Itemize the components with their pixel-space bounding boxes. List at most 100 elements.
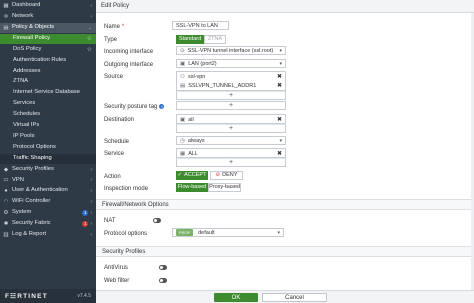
cancel-button[interactable]: Cancel <box>262 293 327 302</box>
sidebar-item-label: Protocol Options <box>13 143 56 150</box>
sidebar-item-label: Log & Report <box>12 231 47 238</box>
sidebar-item-log-report[interactable]: ▥ Log & Report › <box>0 230 96 240</box>
incoming-interface-select[interactable]: ⊙ SSL-VPN tunnel interface (ssl.root) ▾ <box>176 46 286 55</box>
sidebar-item-label: System <box>12 209 32 216</box>
sidebar-item-label: DoS Policy <box>13 45 42 52</box>
chevron-down-icon: ▾ <box>279 60 282 67</box>
sidebar-item-services[interactable]: Services <box>0 99 96 109</box>
sidebar-item-virtual-ips[interactable]: Virtual IPs <box>0 121 96 131</box>
web-filter-label: Web filter <box>104 278 130 284</box>
protocol-options-label: Protocol options <box>104 231 148 237</box>
sidebar-item-ip-pools[interactable]: IP Pools <box>0 132 96 142</box>
destination-item: ▣ all <box>180 116 194 123</box>
chevron-right-icon: › <box>90 231 92 238</box>
action-deny-button[interactable]: ⊘ DENY <box>210 170 243 180</box>
sidebar-item-network[interactable]: ✢ Network › <box>0 12 96 22</box>
clock-icon: ◷ <box>180 137 185 144</box>
remove-icon[interactable]: ✖ <box>277 117 282 123</box>
protocol-options-value: default <box>198 229 215 236</box>
add-posture-tag-button[interactable]: + <box>176 101 286 110</box>
wifi-icon: ◠ <box>3 199 9 206</box>
action-label: Action <box>104 174 121 180</box>
type-standard-option[interactable]: Standard <box>176 34 204 44</box>
sidebar-item-user-authentication[interactable]: ● User & Authentication › <box>0 186 96 196</box>
version-label: v7.4.5 <box>77 293 91 299</box>
inspection-mode-toggle: Flow-based Proxy-based <box>176 182 241 192</box>
add-source-button[interactable]: + <box>176 91 286 100</box>
ok-button[interactable]: OK <box>214 293 258 302</box>
sidebar-item-policy-objects[interactable]: ▤ Policy & Objects ⌄ <box>0 22 96 33</box>
sidebar-item-label: Policy & Objects <box>12 23 55 30</box>
sidebar-item-firewall-policy[interactable]: Firewall Policy ☆ <box>0 33 96 44</box>
sidebar-item-traffic-shaping[interactable]: Traffic Shaping <box>0 153 96 164</box>
schedule-select[interactable]: ◷ always ▾ <box>176 136 286 145</box>
outgoing-interface-select[interactable]: ▣ LAN (port2) ▾ <box>176 59 286 68</box>
sidebar-item-label: Virtual IPs <box>13 122 40 129</box>
sidebar-item-label: Services <box>13 100 36 107</box>
sidebar-item-label: Security Fabric <box>12 220 51 227</box>
sidebar-item-ztna[interactable]: ZTNA <box>0 77 96 87</box>
protocol-options-select[interactable]: PROF default ▾ <box>172 228 284 237</box>
sidebar-item-system[interactable]: ⚙ System 1 › <box>0 208 96 218</box>
sidebar-item-label: Authentication Rules <box>13 56 67 63</box>
system-icon: ⚙ <box>3 210 9 217</box>
favorite-star-icon[interactable]: ☆ <box>87 46 92 53</box>
service-label: Service <box>104 151 125 157</box>
sidebar-item-dashboard[interactable]: ▦ Dashboard › <box>0 1 96 11</box>
sidebar-item-wifi-controller[interactable]: ◠ WiFi Controller › <box>0 197 96 207</box>
log-report-icon: ▥ <box>3 231 9 238</box>
antivirus-toggle[interactable] <box>159 265 167 270</box>
add-destination-button[interactable]: + <box>176 124 286 133</box>
sidebar: ▦ Dashboard › ✢ Network › ▤ Policy & Objects ⌄ Fi… <box>0 0 96 303</box>
sidebar-item-security-profiles[interactable]: ◆ Security Profiles › <box>0 165 96 175</box>
web-filter-toggle[interactable] <box>159 278 167 283</box>
sidebar-item-addresses[interactable]: Addresses <box>0 66 96 76</box>
chevron-down-icon: ▾ <box>279 137 282 144</box>
chevron-right-icon: › <box>90 13 92 20</box>
remove-icon[interactable]: ✖ <box>277 74 282 80</box>
address-icon: ▣ <box>180 116 186 123</box>
source-list: ⚇ ssl-vpn ✖ ▤ SSLVPN_TUNNEL_ADDR1 ✖ <box>176 71 286 91</box>
proxy-based-option[interactable]: Proxy-based <box>208 182 241 192</box>
source-item: ⚇ ssl-vpn <box>180 74 206 80</box>
dialog-footer: OK Cancel <box>96 290 474 303</box>
chevron-right-icon: › <box>90 3 92 10</box>
sidebar-item-label: WiFi Controller <box>12 198 51 205</box>
port-icon: ▣ <box>180 60 186 67</box>
antivirus-label: AntiVirus <box>104 265 128 271</box>
schedule-value: always <box>187 137 205 144</box>
page-title: Edit Policy <box>96 0 474 13</box>
name-input[interactable]: SSL-VPN to LAN <box>172 21 229 30</box>
sidebar-footer: F☷RTINET v7.4.5 <box>0 289 96 303</box>
sidebar-item-label: Network <box>12 13 34 20</box>
sidebar-item-protocol-options[interactable]: Protocol Options <box>0 143 96 153</box>
sidebar-item-label: Addresses <box>13 67 41 74</box>
flow-based-option[interactable]: Flow-based <box>176 182 208 192</box>
sidebar-item-schedules[interactable]: Schedules <box>0 110 96 120</box>
remove-icon[interactable]: ✖ <box>277 151 282 157</box>
service-icon: ▦ <box>180 150 186 157</box>
sidebar-item-label: User & Authentication <box>12 187 68 194</box>
security-fabric-icon: ✱ <box>3 221 9 228</box>
chevron-right-icon: › <box>90 210 92 217</box>
remove-icon[interactable]: ✖ <box>277 83 282 89</box>
info-icon[interactable]: i <box>159 104 165 109</box>
incoming-interface-value: SSL-VPN tunnel interface (ssl.root) <box>187 47 274 54</box>
source-item: ▤ SSLVPN_TUNNEL_ADDR1 <box>180 83 257 89</box>
destination-label: Destination <box>104 117 135 123</box>
sidebar-item-dos-policy[interactable]: DoS Policy ☆ <box>0 45 96 55</box>
sidebar-item-internet-service-database[interactable]: Internet Service Database <box>0 88 96 98</box>
action-accept-button[interactable]: ✓ ACCEPT <box>176 170 208 180</box>
nat-toggle[interactable] <box>153 218 161 223</box>
required-mark: * <box>121 24 125 30</box>
sidebar-item-label: Schedules <box>13 111 41 118</box>
sidebar-item-vpn[interactable]: ▭ VPN › <box>0 175 96 185</box>
add-service-button[interactable]: + <box>176 158 286 167</box>
sidebar-item-security-fabric[interactable]: ✱ Security Fabric 1 › <box>0 219 96 229</box>
edit-policy-panel: Edit Policy Name * SSL-VPN to LAN Type S… <box>96 0 474 303</box>
favorite-star-icon[interactable]: ☆ <box>87 35 92 42</box>
type-ztna-option[interactable]: ZTNA <box>204 34 226 44</box>
sidebar-item-label: Firewall Policy <box>13 34 51 41</box>
sidebar-item-label: ZTNA <box>13 78 29 85</box>
sidebar-item-authentication-rules[interactable]: Authentication Rules <box>0 56 96 66</box>
